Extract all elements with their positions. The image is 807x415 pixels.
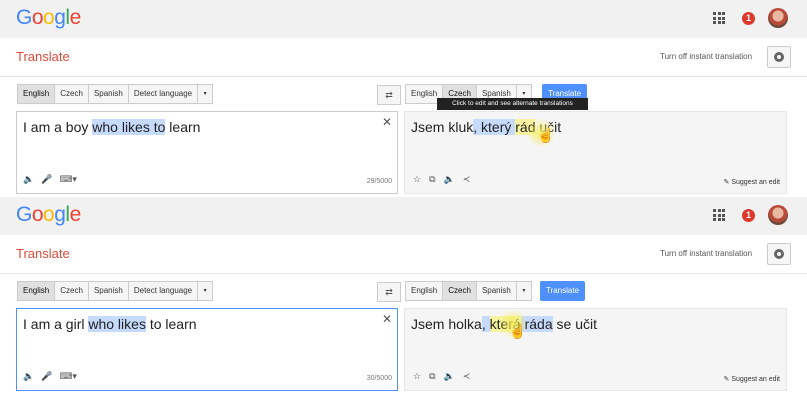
clear-icon[interactable]: ✕ [382,312,392,326]
target-tab-english[interactable]: English [405,281,444,301]
speaker-icon[interactable]: 🔈 [23,371,34,382]
translation-output: Jsem holka, která ráda se učit ☆ ⧉ 🔈 ≺ ✎… [404,308,787,391]
target-tools: ☆ ⧉ 🔈 ≺ [413,174,470,185]
keyboard-icon[interactable]: ⌨▾ [59,174,77,185]
microphone-icon[interactable]: 🎤 [41,174,52,185]
app-bar: Translate Turn off instant translation [0,38,807,77]
target-highlight: ráda [524,316,553,332]
target-language-bar: English Czech Spanish ▾ [405,281,532,301]
page-title: Translate [16,246,70,261]
source-lang-dropdown-icon[interactable]: ▾ [197,281,214,301]
source-tab-spanish[interactable]: Spanish [87,281,129,301]
google-logo[interactable]: Google [16,203,81,227]
google-logo[interactable]: Google [16,6,81,30]
settings-gear-icon[interactable] [767,243,791,265]
source-tab-english[interactable]: English [17,84,56,104]
target-highlight: , který [473,119,516,135]
source-text[interactable]: I am a girl who likes to learn [23,316,197,332]
suggest-edit-link[interactable]: ✎ Suggest an edit [724,375,780,383]
source-language-bar: English Czech Spanish Detect language ▾ [17,281,214,301]
source-highlight: who likes to [92,119,166,135]
source-language-bar: English Czech Spanish Detect language ▾ [17,84,214,104]
source-text[interactable]: I am a boy who likes to learn [23,119,200,135]
app-bar: Translate Turn off instant translation [0,235,807,274]
apps-grid-icon[interactable] [713,209,725,221]
target-lang-dropdown-icon[interactable]: ▾ [515,281,532,301]
google-header: Google 1 [0,0,807,38]
copy-icon[interactable]: ⧉ [429,174,435,185]
source-lang-dropdown-icon[interactable]: ▾ [197,84,214,104]
source-tab-czech[interactable]: Czech [54,84,89,104]
translate-panel-1: Google 1 Translate Turn off instant tran… [0,0,807,196]
translate-panel-2: Google 1 Translate Turn off instant tran… [0,197,807,393]
translation-output: Jsem kluk, který rád učit ☆ ⧉ 🔈 ≺ ✎ Sugg… [404,111,787,194]
source-tools: 🔈 🎤 ⌨▾ [23,174,77,185]
avatar[interactable] [768,205,788,225]
settings-gear-icon[interactable] [767,46,791,68]
clear-icon[interactable]: ✕ [382,115,392,129]
source-highlight: who likes [88,316,146,332]
char-count: 29/5000 [366,178,392,185]
source-text-input[interactable]: I am a girl who likes to learn ✕ 🔈 🎤 ⌨▾ … [16,308,398,391]
google-header: Google 1 [0,197,807,235]
notification-badge[interactable]: 1 [742,12,755,25]
hand-cursor-icon: ☝ [509,323,527,339]
target-tab-spanish[interactable]: Spanish [475,281,517,301]
target-tab-czech[interactable]: Czech [442,281,477,301]
keyboard-icon[interactable]: ⌨▾ [59,371,77,382]
notification-badge[interactable]: 1 [742,209,755,222]
microphone-icon[interactable]: 🎤 [41,371,52,382]
char-count: 30/5000 [366,375,392,382]
tooltip: Click to edit and see alternate translat… [437,98,588,110]
source-tools: 🔈 🎤 ⌨▾ [23,371,77,382]
suggest-edit-link[interactable]: ✎ Suggest an edit [724,178,780,186]
apps-grid-icon[interactable] [713,12,725,24]
share-icon[interactable]: ≺ [463,371,471,382]
speaker-icon[interactable]: 🔈 [23,174,34,185]
source-text-input[interactable]: I am a boy who likes to learn ✕ 🔈 🎤 ⌨▾ 2… [16,111,398,194]
avatar[interactable] [768,8,788,28]
swap-languages-icon[interactable]: ⇄ [377,282,401,302]
page-title: Translate [16,49,70,64]
speaker-icon[interactable]: 🔈 [444,371,455,382]
source-tab-czech[interactable]: Czech [54,281,89,301]
instant-translation-link[interactable]: Turn off instant translation [660,52,752,61]
star-icon[interactable]: ☆ [413,174,421,185]
translate-button[interactable]: Translate [540,281,585,301]
source-tab-english[interactable]: English [17,281,56,301]
instant-translation-link[interactable]: Turn off instant translation [660,249,752,258]
star-icon[interactable]: ☆ [413,371,421,382]
hand-cursor-icon: ☝ [537,127,555,143]
speaker-icon[interactable]: 🔈 [444,174,455,185]
source-tab-detect[interactable]: Detect language [127,84,199,104]
copy-icon[interactable]: ⧉ [429,371,435,382]
swap-languages-icon[interactable]: ⇄ [377,85,401,105]
target-tools: ☆ ⧉ 🔈 ≺ [413,371,470,382]
source-tab-spanish[interactable]: Spanish [87,84,129,104]
source-tab-detect[interactable]: Detect language [127,281,199,301]
share-icon[interactable]: ≺ [463,174,471,185]
